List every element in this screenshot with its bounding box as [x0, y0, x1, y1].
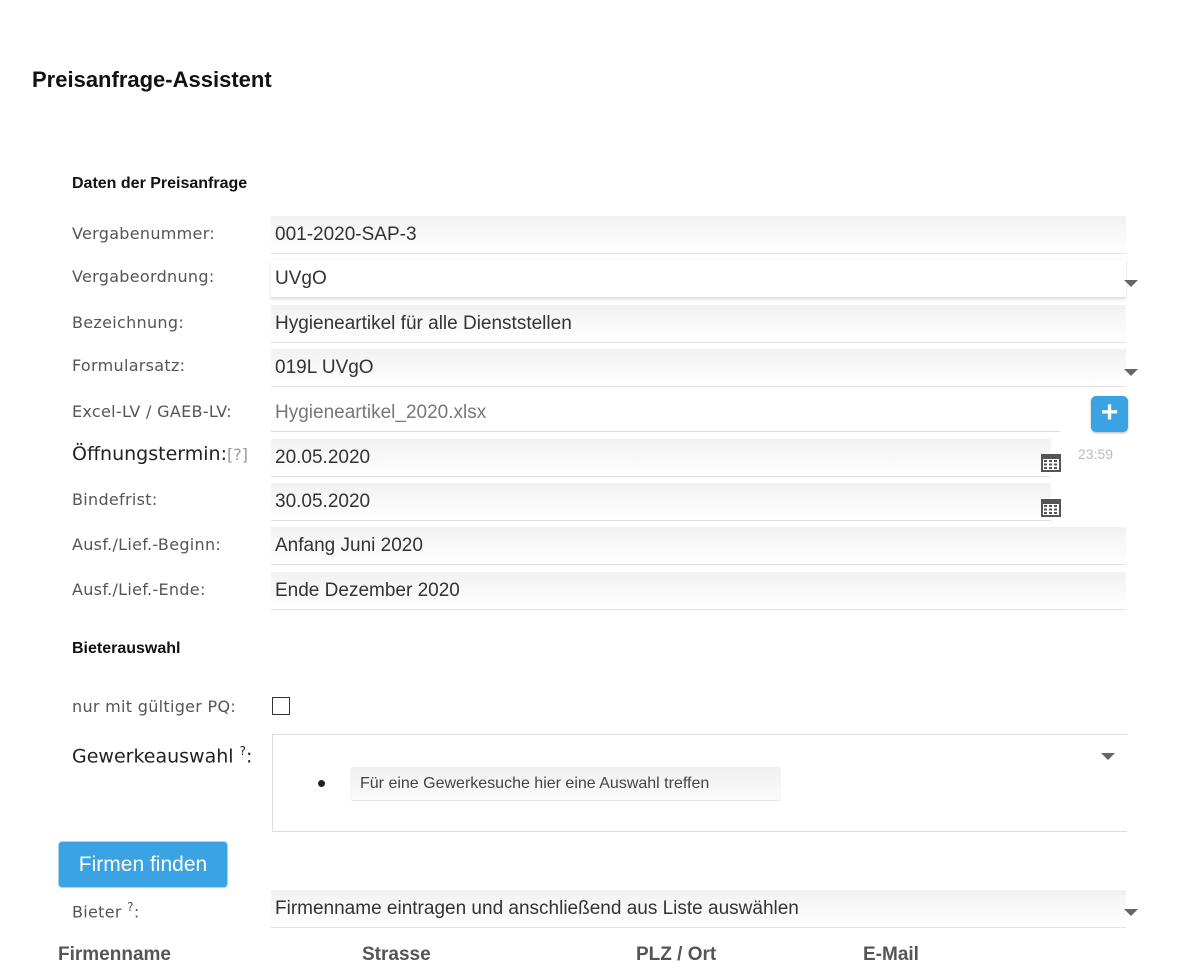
- label-ende: Ausf./Lief.-Ende:: [72, 580, 206, 599]
- label-vergabenummer: Vergabenummer:: [72, 224, 215, 243]
- help-link[interactable]: ?: [127, 900, 134, 914]
- vergabenummer-input[interactable]: 001-2020-SAP-3: [271, 216, 1126, 254]
- label-pq: nur mit gültiger PQ:: [72, 697, 237, 716]
- gewerk-search-chip[interactable]: Für eine Gewerkesuche hier eine Auswahl …: [350, 767, 781, 801]
- label-bezeichnung: Bezeichnung:: [72, 313, 185, 332]
- page-title: Preisanfrage-Assistent: [32, 67, 272, 92]
- calendar-icon[interactable]: [1041, 497, 1061, 517]
- label-formularsatz: Formularsatz:: [72, 356, 186, 375]
- bieter-select[interactable]: Firmenname eintragen und anschließend au…: [271, 890, 1126, 928]
- table-header-email: E-Mail: [863, 944, 919, 965]
- pq-checkbox[interactable]: [272, 697, 290, 715]
- label-excel-lv: Excel-LV / GAEB-LV:: [72, 402, 232, 421]
- ende-input[interactable]: Ende Dezember 2020: [271, 572, 1126, 610]
- table-header-strasse: Strasse: [362, 944, 431, 965]
- time-hint: 23:59: [1078, 446, 1114, 462]
- label-beginn: Ausf./Lief.-Beginn:: [72, 535, 222, 554]
- vergabeordnung-select[interactable]: UVgO: [271, 260, 1126, 298]
- table-header-plz-ort: PLZ / Ort: [636, 944, 717, 965]
- caret-down-icon[interactable]: [1124, 369, 1138, 376]
- section-title-data: Daten der Preisanfrage: [72, 175, 248, 192]
- label-vergabeordnung: Vergabeordnung:: [72, 267, 215, 286]
- help-link[interactable]: [?]: [227, 445, 248, 464]
- excel-lv-input[interactable]: Hygieneartikel_2020.xlsx: [271, 394, 1060, 432]
- beginn-input[interactable]: Anfang Juni 2020: [271, 527, 1126, 565]
- bindefrist-date-input[interactable]: 30.05.2020: [271, 483, 1051, 521]
- add-file-button[interactable]: +: [1091, 396, 1128, 432]
- label-oeffnungstermin: Öffnungstermin:[?]: [72, 443, 248, 465]
- bullet-icon: [318, 780, 325, 787]
- oeffnungstermin-date-input[interactable]: 20.05.2020: [271, 439, 1051, 477]
- bezeichnung-input[interactable]: Hygieneartikel für alle Dienststellen: [271, 305, 1126, 343]
- label-bieter: Bieter ?:: [72, 900, 140, 922]
- section-title-bidder: Bieterauswahl: [72, 640, 181, 657]
- label-bindefrist: Bindefrist:: [72, 490, 158, 509]
- plus-icon: +: [1100, 396, 1119, 429]
- calendar-icon[interactable]: [1041, 452, 1061, 472]
- caret-down-icon[interactable]: [1124, 909, 1138, 916]
- formularsatz-select[interactable]: 019L UVgO: [271, 349, 1126, 387]
- table-header-firmenname: Firmenname: [58, 944, 171, 965]
- caret-down-icon[interactable]: [1101, 753, 1115, 760]
- label-gewerk: Gewerkeauswahl ?:: [72, 744, 253, 768]
- find-companies-button[interactable]: Firmen finden: [58, 841, 228, 888]
- caret-down-icon[interactable]: [1124, 280, 1138, 287]
